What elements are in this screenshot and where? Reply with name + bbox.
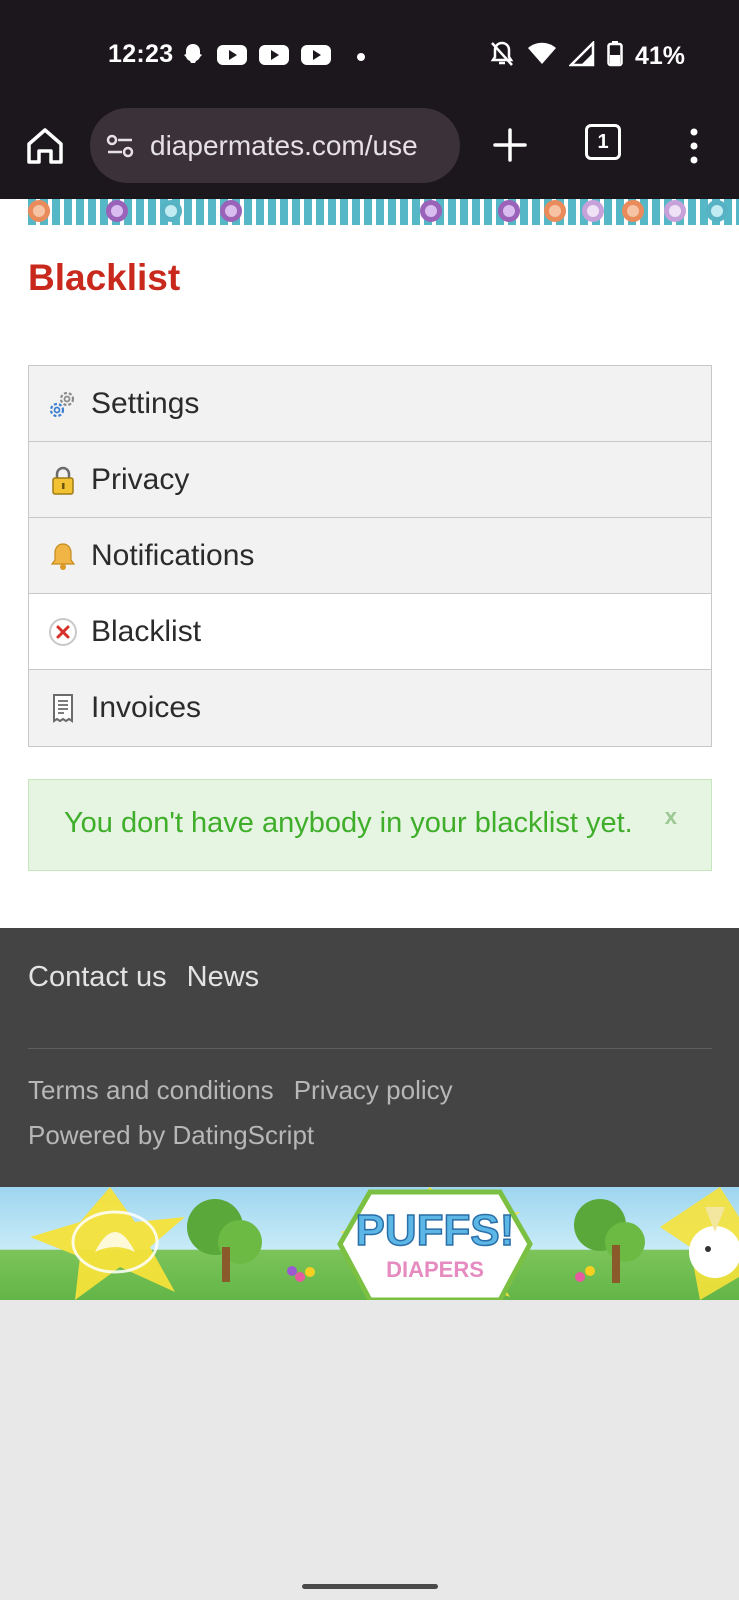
footer-primary-nav: Contact us News (28, 961, 259, 994)
news-link[interactable]: News (187, 961, 260, 994)
svg-text:DIAPERS: DIAPERS (386, 1257, 484, 1282)
plus-icon (493, 128, 527, 162)
menu-item-label: Settings (91, 386, 200, 420)
notification-icons (180, 42, 366, 73)
youtube-icon (216, 43, 248, 72)
bell-icon (47, 540, 79, 572)
terms-link[interactable]: Terms and conditions (28, 1075, 274, 1106)
snapchat-icon (180, 42, 206, 73)
url-text: diapermates.com/use (150, 129, 418, 161)
browser-menu-button[interactable] (684, 126, 704, 166)
privacy-policy-link[interactable]: Privacy policy (294, 1075, 453, 1106)
status-time: 12:23 (108, 40, 174, 68)
svg-text:PUFFS!: PUFFS! (356, 1206, 515, 1255)
youtube-icon (300, 43, 332, 72)
signal-icon (567, 39, 595, 72)
footer-secondary-nav: Terms and conditions Privacy policy (28, 1075, 453, 1106)
page-content: Blacklist Settings Privacy Notifications… (0, 199, 739, 929)
menu-item-invoices[interactable]: Invoices (29, 670, 711, 746)
youtube-icon (258, 43, 290, 72)
lock-icon (47, 464, 79, 496)
menu-item-settings[interactable]: Settings (29, 366, 711, 442)
footer-divider (28, 1048, 712, 1049)
menu-item-label: Invoices (91, 691, 202, 724)
home-icon (27, 128, 63, 164)
banner-artwork: PUFFS! DIAPERS (30, 1187, 739, 1300)
tab-switcher-button[interactable]: 1 (585, 124, 621, 160)
battery-icon (607, 41, 623, 72)
status-bar: 12:23 41% (0, 0, 739, 108)
new-tab-button[interactable] (490, 125, 530, 165)
page-title: Blacklist (28, 257, 181, 298)
info-alert: You don't have anybody in your blacklist… (28, 779, 712, 871)
menu-item-notifications[interactable]: Notifications (29, 518, 711, 594)
battery-percent: 41% (634, 42, 685, 70)
empty-page-area (0, 1300, 739, 1600)
settings-menu: Settings Privacy Notifications Blacklist… (28, 365, 712, 747)
blocked-icon (47, 616, 79, 648)
system-icons: 41% (489, 39, 685, 73)
alert-message: You don't have anybody in your blacklist… (64, 807, 633, 839)
browser-toolbar: diapermates.com/use 1 (0, 108, 739, 199)
home-button[interactable] (24, 125, 66, 167)
gesture-home-indicator[interactable] (302, 1584, 438, 1589)
menu-item-label: Blacklist (91, 614, 202, 648)
url-bar[interactable]: diapermates.com/use (90, 108, 460, 183)
decorative-header-strip (28, 199, 739, 225)
site-settings-icon[interactable] (104, 130, 136, 162)
contact-us-link[interactable]: Contact us (28, 961, 167, 994)
menu-item-label: Notifications (91, 538, 255, 572)
site-footer: Contact us News Terms and conditions Pri… (0, 928, 739, 1187)
more-vert-icon (690, 128, 698, 164)
menu-item-blacklist[interactable]: Blacklist (29, 594, 711, 670)
wifi-icon (527, 42, 557, 71)
gear-icon (47, 388, 79, 420)
menu-item-label: Privacy (91, 462, 190, 496)
receipt-icon (47, 692, 79, 724)
alert-close-button[interactable]: x (665, 804, 677, 830)
menu-item-privacy[interactable]: Privacy (29, 442, 711, 518)
dot-icon (356, 49, 366, 67)
bell-off-icon (489, 40, 515, 73)
powered-by-text: Powered by DatingScript (28, 1120, 315, 1150)
advertisement-banner[interactable]: PUFFS! DIAPERS (0, 1187, 739, 1300)
